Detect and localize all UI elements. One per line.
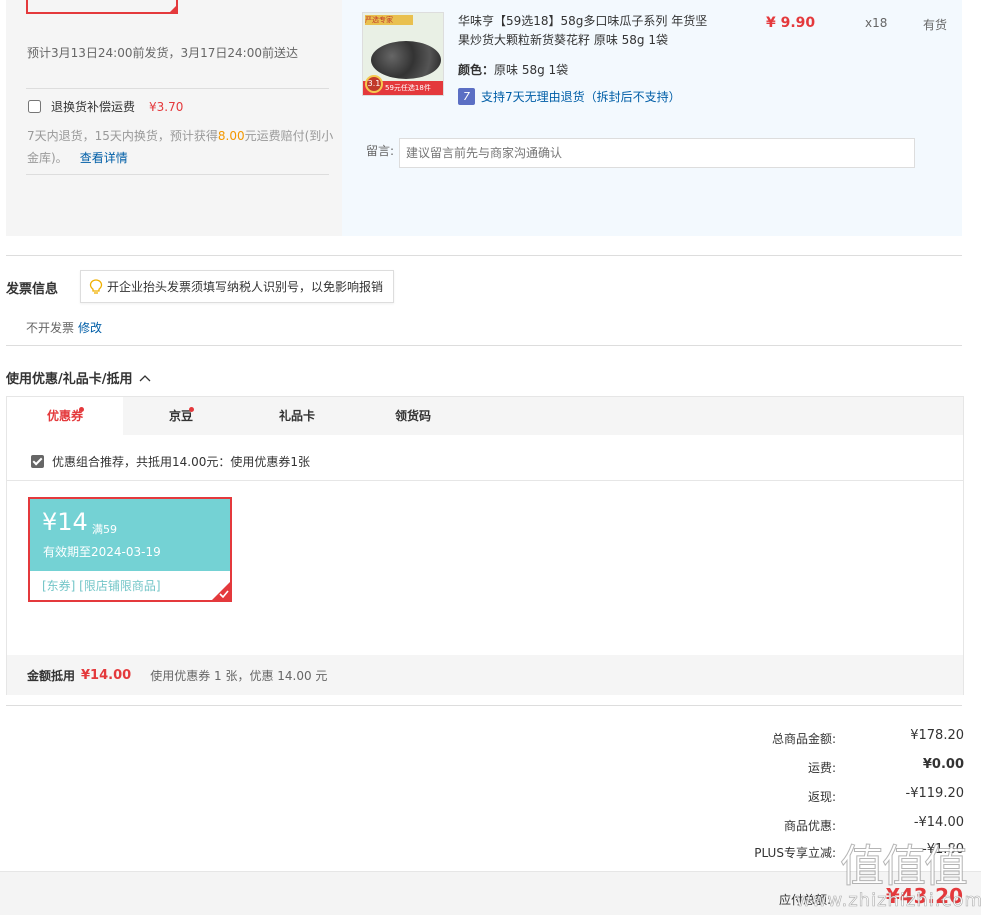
payment-bar — [0, 871, 981, 915]
shipping-insurance-option[interactable]: 退换货补偿运费 ¥3.70 — [28, 98, 183, 115]
divider — [26, 88, 329, 89]
coupon-section-title: 使用优惠/礼品卡/抵用 — [6, 372, 133, 387]
return-policy: 7 支持7天无理由退货（拆封后不支持） — [458, 88, 681, 105]
pay-total-label: 应付总额: — [778, 893, 831, 907]
thumbnail-badge: 3.1 — [365, 75, 383, 93]
tab-gift-card[interactable]: 礼品卡 — [239, 397, 355, 435]
combo-recommendation[interactable]: 优惠组合推荐，共抵用14.00元：使用优惠券1张 — [31, 453, 310, 470]
section-divider — [6, 705, 962, 706]
total-row-shipping: 运费: ¥0.00 — [600, 757, 964, 777]
shipping-panel: 预计3月13日24:00前发货，3月17日24:00前送达 退换货补偿运费 ¥3… — [6, 0, 336, 236]
coupon-tabs: 优惠券 京豆 礼品卡 领货码 — [7, 397, 963, 435]
summary-label: 金额抵用 — [27, 668, 76, 683]
summary-value: ¥14.00 — [81, 667, 132, 683]
total-label: 返现: — [807, 790, 836, 804]
coupon-section-toggle[interactable]: 使用优惠/礼品卡/抵用 — [6, 368, 151, 387]
total-label: 总商品金额: — [771, 732, 836, 746]
summary-description: 使用优惠券 1 张，优惠 14.00 元 — [150, 668, 328, 683]
shipping-insurance-checkbox[interactable] — [28, 100, 41, 113]
divider — [7, 480, 963, 481]
coupon-condition: 满59 — [92, 523, 117, 536]
total-row-discount: 商品优惠: -¥14.00 — [600, 815, 964, 835]
total-value: -¥14.00 — [913, 815, 964, 830]
tab-label: 优惠券 — [46, 409, 83, 423]
total-row-goods: 总商品金额: ¥178.20 — [600, 728, 964, 748]
total-row-cashback: 返现: -¥119.20 — [600, 786, 964, 806]
order-block: 预计3月13日24:00前发货，3月17日24:00前送达 退换货补偿运费 ¥3… — [6, 0, 962, 236]
invoice-tip: 开企业抬头发票须填写纳税人识别号，以免影响报销 — [80, 270, 395, 303]
pay-total-value: ¥43.20 — [885, 884, 963, 908]
view-details-link[interactable]: 查看详情 — [80, 151, 128, 165]
return-note-prefix: 7天内退货，15天内换货，预计获得 — [27, 129, 218, 143]
return-note: 7天内退货，15天内换货，预计获得8.00元运费赔付(到小金库)。 查看详情 — [27, 125, 337, 169]
invoice-title: 发票信息 — [6, 282, 59, 297]
total-value: ¥178.20 — [910, 728, 964, 743]
coupon-amount: ¥14 — [42, 508, 88, 536]
coupon-expiry: 有效期至2024-03-19 — [43, 545, 161, 559]
shipping-insurance-label: 退换货补偿运费 — [51, 100, 136, 114]
coupon-card-header: ¥14 满59 有效期至2024-03-19 — [30, 499, 230, 571]
invoice-edit-link[interactable]: 修改 — [78, 321, 102, 335]
message-input[interactable] — [399, 138, 915, 168]
tab-label: 领货码 — [394, 409, 431, 423]
invoice-status: 不开发票 修改 — [26, 319, 102, 336]
color-value: 原味 58g 1袋 — [494, 63, 569, 77]
invoice-tip-text: 开企业抬头发票须填写纳税人识别号，以免影响报销 — [107, 280, 384, 294]
section-divider — [6, 345, 962, 346]
thumbnail-tag: 严选专家 — [365, 15, 413, 25]
total-value: -¥119.20 — [905, 786, 964, 801]
invoice-status-text: 不开发票 — [26, 321, 75, 335]
discount-summary: 金额抵用 ¥14.00 使用优惠券 1 张，优惠 14.00 元 — [7, 655, 963, 695]
tab-pickup-code[interactable]: 领货码 — [355, 397, 471, 435]
tab-coupons[interactable]: 优惠券 — [7, 397, 123, 435]
combo-checkbox[interactable] — [31, 455, 44, 468]
seven-day-return-icon: 7 — [458, 88, 475, 105]
total-label: 商品优惠: — [783, 819, 836, 833]
stock-status: 有货 — [923, 18, 948, 32]
check-icon — [219, 590, 229, 598]
product-panel: 严选专家 59元任选18件 3.1 华味亨【59选18】58g多口味瓜子系列 年… — [342, 0, 962, 236]
total-label: 运费: — [807, 761, 836, 775]
return-policy-text: 支持7天无理由退货（拆封后不支持） — [481, 90, 681, 104]
product-price: ¥ 9.90 — [766, 15, 816, 31]
color-label: 颜色： — [458, 63, 495, 77]
message-label: 留言: — [366, 144, 395, 158]
product-color: 颜色：原味 58g 1袋 — [458, 61, 568, 78]
ship-estimate: 预计3月13日24:00前发货，3月17日24:00前送达 — [27, 46, 298, 60]
coupon-panel: 优惠券 京豆 礼品卡 领货码 优惠组合推荐，共抵用14.00元：使用优惠券1张 … — [6, 396, 964, 695]
combo-text: 优惠组合推荐，共抵用14.00元：使用优惠券1张 — [52, 455, 310, 469]
chevron-up-icon — [139, 374, 150, 381]
notification-dot — [79, 407, 84, 412]
selected-shipping-option[interactable] — [26, 0, 178, 14]
product-quantity: x18 — [865, 16, 888, 30]
product-name[interactable]: 华味亨【59选18】58g多口味瓜子系列 年货坚果炒货大颗粒新货葵花籽 原味 5… — [458, 12, 708, 50]
product-thumbnail[interactable]: 严选专家 59元任选18件 3.1 — [362, 12, 444, 96]
total-row-plus: PLUS专享立减: -¥1.80 — [600, 842, 964, 862]
coupon-scope: [东券] [限店铺限商品] — [42, 579, 161, 593]
section-divider — [6, 255, 962, 256]
tab-label: 礼品卡 — [278, 409, 315, 423]
return-note-amount: 8.00 — [217, 129, 245, 143]
sunflower-seeds-image — [371, 41, 441, 79]
divider — [26, 174, 329, 175]
tab-jingdou[interactable]: 京豆 — [123, 397, 239, 435]
shipping-insurance-price: ¥3.70 — [149, 99, 184, 114]
lightbulb-icon — [89, 278, 103, 294]
total-value: ¥0.00 — [922, 757, 964, 772]
total-label: PLUS专享立减: — [754, 846, 836, 860]
total-value: -¥1.80 — [922, 842, 964, 857]
notification-dot — [189, 407, 194, 412]
coupon-card[interactable]: ¥14 满59 有效期至2024-03-19 [东券] [限店铺限商品] — [28, 497, 232, 602]
